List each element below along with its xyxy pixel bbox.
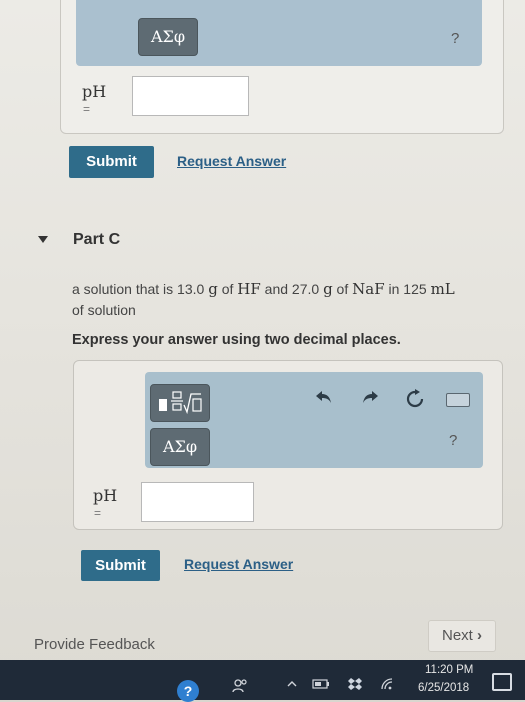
dropbox-icon[interactable]	[348, 677, 362, 694]
chevron-up-icon[interactable]	[286, 678, 298, 693]
part-b-greek-symbols-button[interactable]: ΑΣφ	[138, 18, 198, 56]
part-b-equals-sign: =	[83, 102, 91, 116]
redo-icon[interactable]	[360, 387, 380, 413]
part-c-equals-sign: =	[94, 506, 102, 520]
part-b-help-icon[interactable]: ?	[451, 30, 459, 47]
part-c-instruction: Express your answer using two decimal pl…	[72, 332, 401, 348]
part-c-submit-button[interactable]: Submit	[81, 550, 160, 581]
battery-icon[interactable]	[312, 678, 330, 693]
help-icon[interactable]: ?	[177, 680, 199, 702]
part-c-ph-input[interactable]	[141, 482, 254, 522]
part-b-math-toolbar	[76, 0, 482, 66]
notification-icon[interactable]	[492, 673, 512, 691]
keyboard-icon[interactable]	[446, 393, 470, 407]
part-c-ph-label: pH	[93, 486, 118, 505]
people-icon[interactable]	[232, 678, 248, 697]
part-b-request-answer-link[interactable]: Request Answer	[177, 153, 286, 169]
next-button[interactable]: Next ›	[428, 620, 496, 652]
chevron-right-icon: ›	[477, 627, 482, 644]
clock-date[interactable]: 6/25/2018	[418, 682, 469, 694]
wifi-icon[interactable]	[380, 677, 396, 694]
provide-feedback-link[interactable]: Provide Feedback	[34, 636, 155, 653]
collapse-caret-icon[interactable]	[38, 236, 48, 243]
part-c-problem-text: a solution that is 13.0 g of HF and 27.0…	[72, 280, 455, 318]
part-b-ph-label: pH	[82, 82, 107, 101]
part-c-help-icon[interactable]: ?	[449, 432, 457, 449]
reset-icon[interactable]	[405, 389, 425, 415]
part-c-title: Part C	[73, 231, 121, 248]
part-b-submit-button[interactable]: Submit	[69, 146, 154, 178]
part-c-request-answer-link[interactable]: Request Answer	[184, 556, 293, 572]
clock-time[interactable]: 11:20 PM	[425, 664, 473, 676]
next-button-label: Next	[441, 627, 473, 644]
part-c-greek-symbols-button[interactable]: ΑΣφ	[150, 428, 210, 466]
undo-icon[interactable]	[314, 387, 334, 413]
templates-icon[interactable]	[150, 384, 210, 422]
page: ΑΣφ ? pH = Submit Request Answer Part C …	[0, 0, 525, 672]
part-b-ph-input[interactable]	[132, 76, 249, 116]
